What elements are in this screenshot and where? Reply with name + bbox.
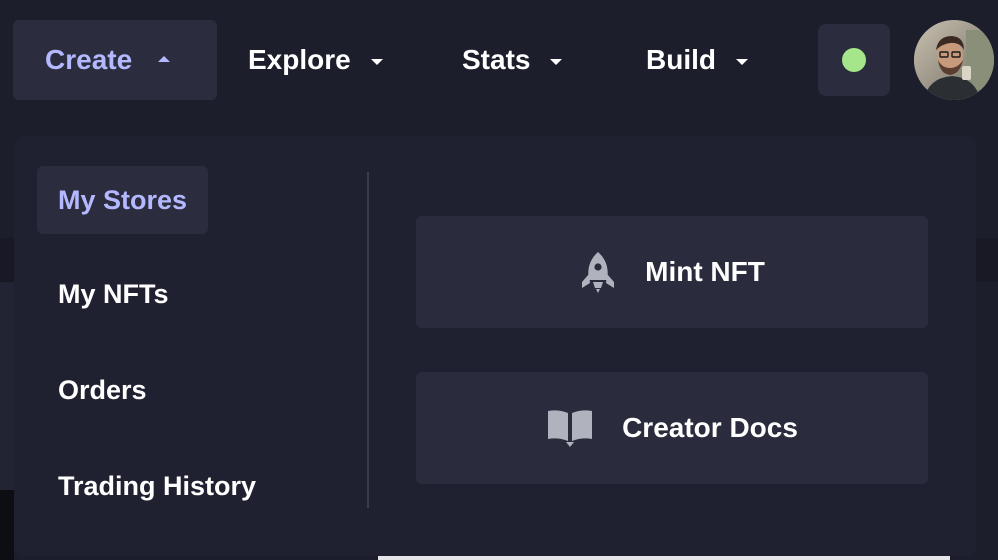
rocket-icon: [579, 250, 617, 294]
mint-nft-button[interactable]: Mint NFT: [416, 216, 928, 328]
nav-create[interactable]: Create: [13, 20, 217, 100]
status-dot-icon: [842, 48, 866, 72]
nav-explore[interactable]: Explore: [248, 20, 383, 100]
nav-stats-label: Stats: [462, 44, 531, 75]
nav-build[interactable]: Build: [646, 20, 748, 100]
user-avatar-icon: [914, 20, 994, 100]
menu-item-orders[interactable]: Orders: [37, 356, 168, 424]
menu-item-label: My NFTs: [58, 278, 169, 309]
book-icon: [546, 408, 594, 448]
background-image: [0, 490, 14, 560]
menu-item-label: Orders: [58, 374, 147, 405]
create-dropdown: My Stores My NFTs Orders Trading History: [14, 136, 976, 556]
nav-build-label: Build: [646, 44, 716, 75]
page: Create Explore Stats Build My Stores My …: [0, 0, 998, 560]
chevron-down-icon: [550, 58, 563, 65]
creator-docs-label: Creator Docs: [622, 412, 798, 443]
creator-docs-button[interactable]: Creator Docs: [416, 372, 928, 484]
menu-item-label: Trading History: [58, 470, 257, 501]
avatar[interactable]: [914, 20, 994, 100]
network-status-button[interactable]: [818, 24, 890, 96]
nav-explore-label: Explore: [248, 44, 351, 75]
menu-item-my-stores[interactable]: My Stores: [37, 166, 209, 234]
mint-nft-label: Mint NFT: [645, 256, 765, 287]
top-nav: Create Explore Stats Build: [0, 0, 998, 118]
chevron-down-icon: [736, 58, 748, 65]
chevron-up-icon: [158, 55, 171, 62]
menu-item-label: My Stores: [58, 184, 188, 215]
menu-item-my-nfts[interactable]: My NFTs: [37, 260, 190, 328]
nav-stats[interactable]: Stats: [462, 20, 563, 100]
nav-create-label: Create: [45, 44, 133, 75]
chevron-down-icon: [370, 58, 383, 65]
menu-divider: [367, 172, 369, 508]
menu-item-trading-history[interactable]: Trading History: [37, 452, 277, 520]
